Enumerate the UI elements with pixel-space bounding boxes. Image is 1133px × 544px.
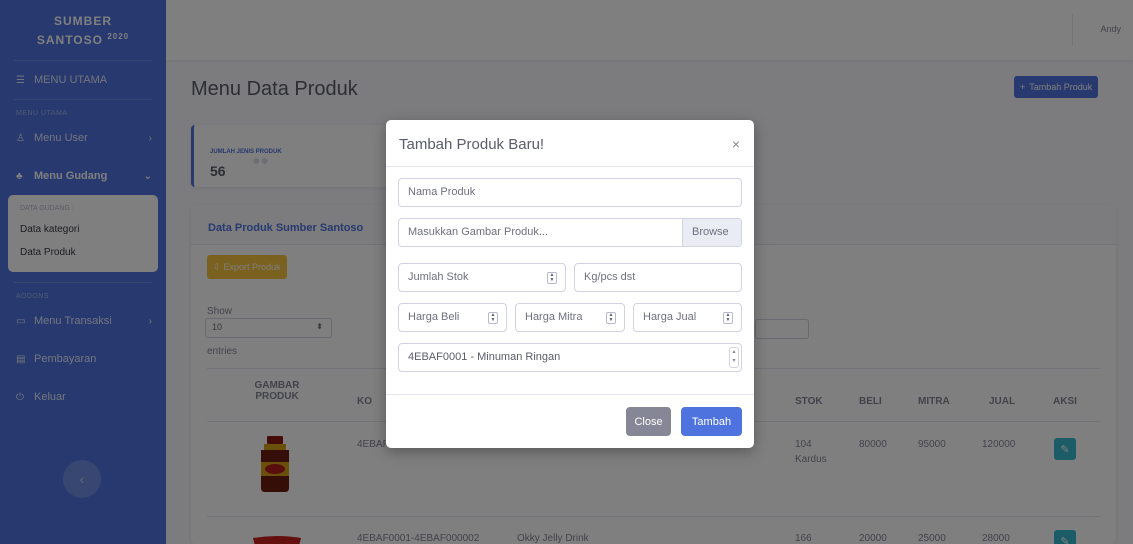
unit-input[interactable]: Kg/pcs dst [574, 263, 742, 292]
stock-quantity-placeholder: Jumlah Stok [408, 271, 469, 283]
category-select-value: 4EBAF0001 - Minuman Ringan [408, 351, 561, 363]
stock-quantity-input[interactable]: Jumlah Stok ▲ ▼ [398, 263, 566, 292]
sell-price-input[interactable]: Harga Jual ▲ ▼ [633, 303, 742, 332]
add-product-modal: Tambah Produk Baru! × Nama Produk Masukk… [386, 120, 754, 448]
category-select[interactable]: 4EBAF0001 - Minuman Ringan ▴ ▾ [398, 343, 742, 372]
buy-price-input[interactable]: Harga Beli ▲ ▼ [398, 303, 507, 332]
close-button[interactable]: Close [626, 407, 671, 436]
product-image-file-input[interactable]: Masukkan Gambar Produk... Browse [398, 218, 742, 247]
number-spinner-icon[interactable]: ▲ ▼ [606, 312, 616, 324]
number-spinner-icon[interactable]: ▲ ▼ [547, 272, 557, 284]
select-arrow-icon: ▴ ▾ [729, 347, 739, 368]
buy-price-placeholder: Harga Beli [408, 311, 460, 323]
number-spinner-icon[interactable]: ▲ ▼ [723, 312, 733, 324]
modal-title: Tambah Produk Baru! [399, 136, 545, 153]
product-name-placeholder: Nama Produk [408, 186, 476, 198]
modal-footer-divider [386, 394, 754, 395]
sell-price-placeholder: Harga Jual [643, 311, 697, 323]
submit-button[interactable]: Tambah [681, 407, 742, 436]
partner-price-input[interactable]: Harga Mitra ▲ ▼ [515, 303, 625, 332]
product-image-placeholder: Masukkan Gambar Produk... [408, 226, 549, 238]
product-name-input[interactable]: Nama Produk [398, 178, 742, 207]
partner-price-placeholder: Harga Mitra [525, 311, 583, 323]
modal-header-divider [386, 166, 754, 167]
number-spinner-icon[interactable]: ▲ ▼ [488, 312, 498, 324]
browse-button[interactable]: Browse [682, 219, 741, 246]
close-icon[interactable]: × [732, 136, 740, 152]
unit-placeholder: Kg/pcs dst [584, 271, 636, 283]
